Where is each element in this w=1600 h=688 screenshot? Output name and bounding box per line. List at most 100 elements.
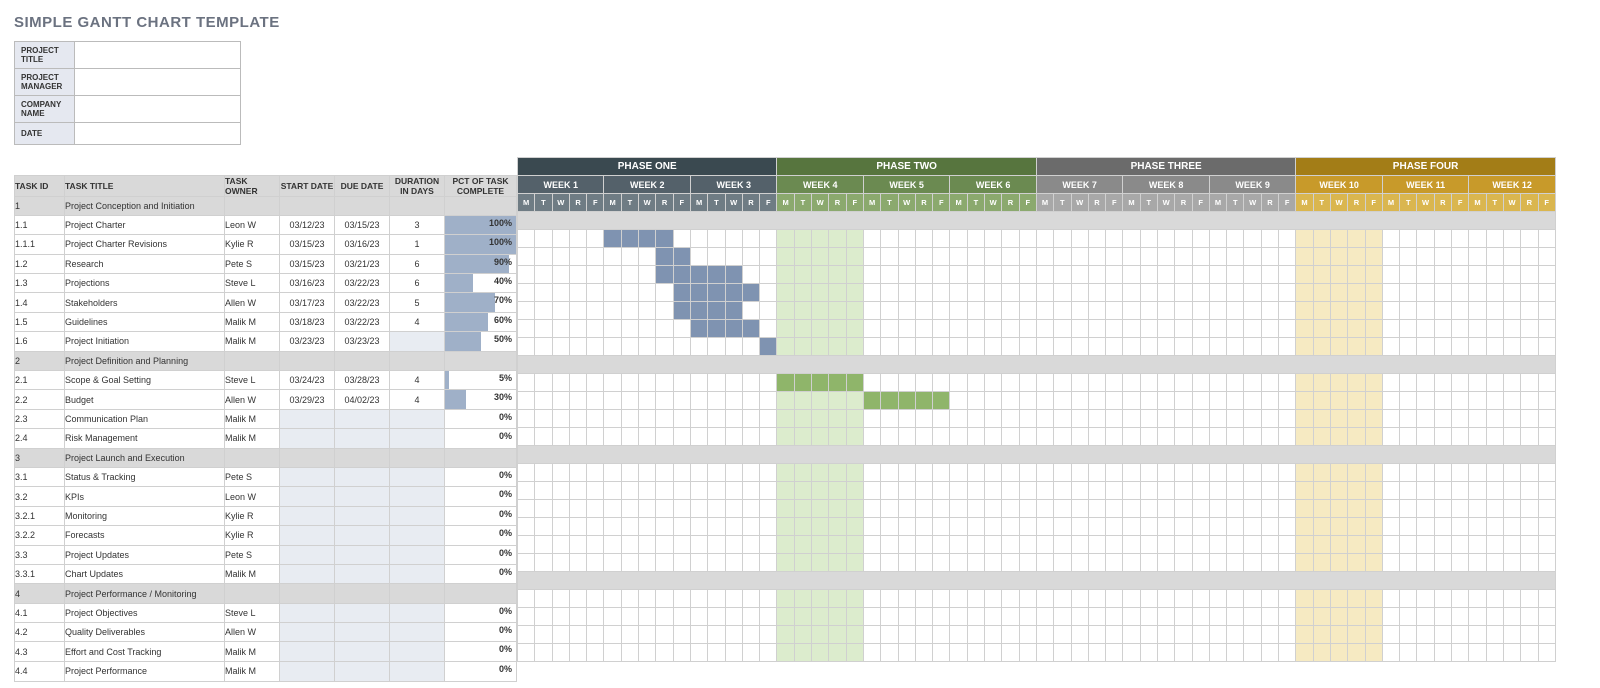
day-cell[interactable] [1417,500,1434,518]
day-cell[interactable] [1175,590,1192,608]
day-cell[interactable] [1348,590,1365,608]
gantt-bar-cell[interactable] [725,284,742,302]
gantt-bar-cell[interactable] [881,392,898,410]
day-cell[interactable] [1434,536,1451,554]
day-cell[interactable] [1019,482,1036,500]
day-cell[interactable] [690,410,707,428]
day-cell[interactable] [1469,608,1486,626]
day-cell[interactable] [777,536,794,554]
day-cell[interactable] [898,374,915,392]
day-cell[interactable] [742,230,759,248]
day-cell[interactable] [1088,482,1105,500]
day-cell[interactable] [777,392,794,410]
day-cell[interactable] [1279,554,1296,572]
day-cell[interactable] [1400,518,1417,536]
day-cell[interactable] [794,536,811,554]
day-cell[interactable] [1175,392,1192,410]
day-cell[interactable] [1486,554,1503,572]
gantt-bar-cell[interactable] [656,266,673,284]
day-cell[interactable] [1538,338,1555,356]
day-cell[interactable] [1382,608,1399,626]
day-cell[interactable] [604,518,621,536]
day-cell[interactable] [1157,266,1174,284]
day-cell[interactable] [604,536,621,554]
due-date[interactable] [335,623,390,642]
day-cell[interactable] [708,536,725,554]
day-cell[interactable] [915,482,932,500]
day-cell[interactable] [690,644,707,662]
day-cell[interactable] [690,230,707,248]
day-cell[interactable] [1227,644,1244,662]
day-cell[interactable] [569,626,586,644]
day-cell[interactable] [881,284,898,302]
gantt-bar-cell[interactable] [863,392,880,410]
day-cell[interactable] [1521,482,1538,500]
day-cell[interactable] [742,590,759,608]
day-cell[interactable] [1002,302,1019,320]
day-cell[interactable] [1175,302,1192,320]
day-cell[interactable] [1209,302,1226,320]
day-cell[interactable] [1538,626,1555,644]
day-cell[interactable] [604,608,621,626]
day-cell[interactable] [673,338,690,356]
day-cell[interactable] [708,464,725,482]
day-cell[interactable] [794,500,811,518]
day-cell[interactable] [1157,626,1174,644]
day-cell[interactable] [1486,482,1503,500]
day-cell[interactable] [1382,590,1399,608]
day-cell[interactable] [933,608,950,626]
day-cell[interactable] [639,626,656,644]
day-cell[interactable] [1279,464,1296,482]
day-cell[interactable] [1019,464,1036,482]
gantt-bar-cell[interactable] [656,230,673,248]
day-cell[interactable] [1209,536,1226,554]
day-cell[interactable] [552,518,569,536]
day-cell[interactable] [1365,302,1382,320]
day-cell[interactable] [1019,500,1036,518]
day-cell[interactable] [552,302,569,320]
day-cell[interactable] [1400,320,1417,338]
day-cell[interactable] [1382,392,1399,410]
day-cell[interactable] [1296,410,1313,428]
day-cell[interactable] [933,266,950,284]
day-cell[interactable] [933,500,950,518]
day-cell[interactable] [639,644,656,662]
day-cell[interactable] [1227,338,1244,356]
day-cell[interactable] [881,536,898,554]
day-cell[interactable] [690,590,707,608]
day-cell[interactable] [1054,554,1071,572]
day-cell[interactable] [760,518,777,536]
day-cell[interactable] [1123,428,1140,446]
day-cell[interactable] [1002,554,1019,572]
task-row[interactable]: 3.3Project UpdatesPete S0% [15,545,517,564]
day-cell[interactable] [1365,644,1382,662]
day-cell[interactable] [1538,428,1555,446]
day-cell[interactable] [552,554,569,572]
day-cell[interactable] [898,554,915,572]
day-cell[interactable] [1106,482,1123,500]
day-cell[interactable] [898,320,915,338]
day-cell[interactable] [587,320,604,338]
day-cell[interactable] [1330,626,1347,644]
day-cell[interactable] [1538,230,1555,248]
pct-complete[interactable]: 0% [445,487,517,506]
day-cell[interactable] [569,590,586,608]
day-cell[interactable] [1538,482,1555,500]
day-cell[interactable] [673,410,690,428]
day-cell[interactable] [1521,428,1538,446]
day-cell[interactable] [1452,608,1469,626]
day-cell[interactable] [950,338,967,356]
start-date[interactable] [280,429,335,448]
day-cell[interactable] [1469,428,1486,446]
day-cell[interactable] [1140,266,1157,284]
day-cell[interactable] [1192,428,1209,446]
day-cell[interactable] [1503,500,1520,518]
day-cell[interactable] [656,482,673,500]
day-cell[interactable] [1313,590,1330,608]
day-cell[interactable] [1434,500,1451,518]
day-cell[interactable] [898,500,915,518]
day-cell[interactable] [1140,608,1157,626]
day-cell[interactable] [1313,374,1330,392]
day-cell[interactable] [1123,482,1140,500]
day-cell[interactable] [1036,230,1053,248]
